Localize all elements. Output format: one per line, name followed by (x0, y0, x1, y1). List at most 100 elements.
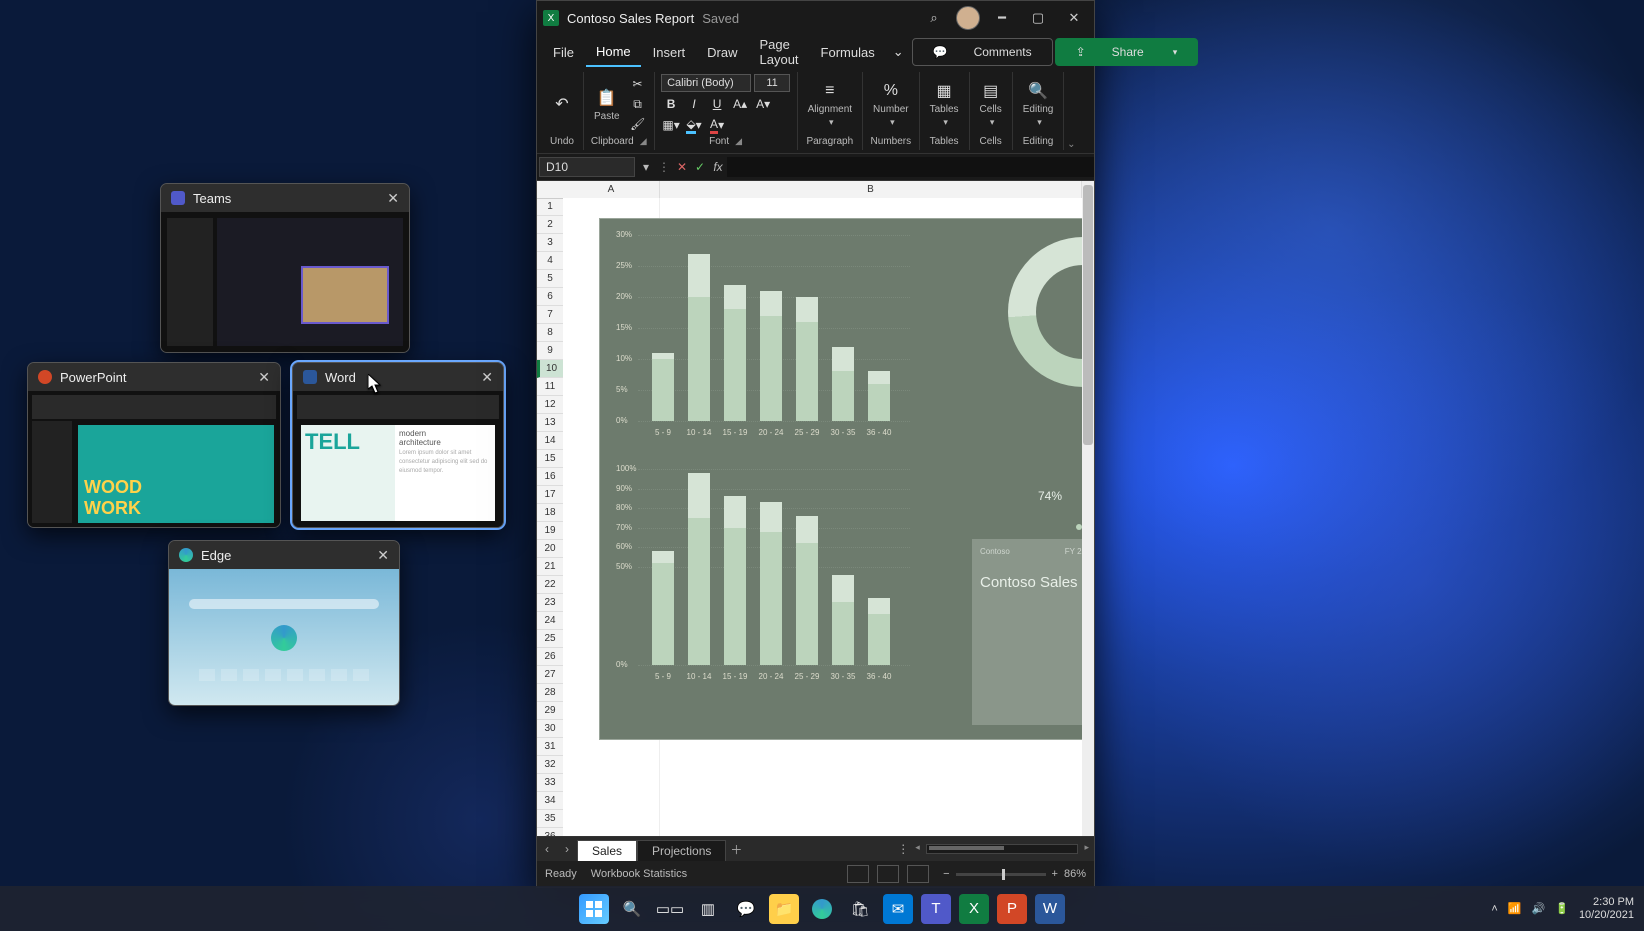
ribbon-collapse[interactable]: ⌄ (1064, 72, 1078, 150)
underline-button[interactable]: U (707, 95, 727, 113)
taskview-thumb-teams[interactable]: Teams ✕ (160, 183, 410, 353)
view-page-layout[interactable] (877, 865, 899, 883)
minimize-button[interactable]: ━ (988, 4, 1016, 32)
font-name-select[interactable]: Calibri (Body) (661, 74, 751, 92)
sheet-nav-next[interactable]: › (557, 842, 577, 856)
number-button[interactable]: %Number▾ (869, 78, 913, 130)
row-header[interactable]: 12 (537, 396, 563, 414)
taskbar-excel[interactable]: X (959, 894, 989, 924)
shrink-font-button[interactable]: A▾ (753, 95, 773, 113)
title-bar[interactable]: X Contoso Sales Report Saved ⌕ ━ ▢ ✕ (537, 1, 1094, 35)
taskview-thumb-powerpoint[interactable]: PowerPoint ✕ WOODWORK (27, 362, 281, 528)
systray-wifi-icon[interactable]: 📶 (1508, 902, 1522, 915)
tab-insert[interactable]: Insert (643, 39, 696, 66)
cut-button[interactable]: ✂ (628, 75, 648, 93)
taskbar-search[interactable]: 🔍 (617, 894, 647, 924)
tab-page-layout[interactable]: Page Layout (750, 31, 809, 73)
row-header[interactable]: 8 (537, 324, 563, 342)
row-header[interactable]: 9 (537, 342, 563, 360)
sheet-tab-sales[interactable]: Sales (577, 840, 637, 861)
taskbar-clock[interactable]: 2:30 PM 10/20/2021 (1579, 896, 1634, 922)
row-header[interactable]: 33 (537, 774, 563, 792)
systray-battery-icon[interactable]: 🔋 (1555, 902, 1569, 915)
taskbar-store[interactable]: 🛍 (845, 894, 875, 924)
row-header[interactable]: 17 (537, 486, 563, 504)
share-button[interactable]: ⇪ Share ▾ (1055, 38, 1199, 66)
row-header[interactable]: 13 (537, 414, 563, 432)
tab-formulas[interactable]: Formulas (811, 39, 885, 66)
row-header[interactable]: 7 (537, 306, 563, 324)
scrollbar-thumb[interactable] (929, 846, 1004, 850)
row-header[interactable]: 34 (537, 792, 563, 810)
font-color-button[interactable]: A▾ (707, 116, 727, 134)
column-headers[interactable]: A B (563, 181, 1082, 199)
zoom-value[interactable]: 86% (1064, 868, 1086, 880)
row-header[interactable]: 31 (537, 738, 563, 756)
row-header[interactable]: 18 (537, 504, 563, 522)
taskview-thumb-word[interactable]: Word ✕ TELL modernarchitectureLorem ipsu… (292, 362, 504, 528)
grow-font-button[interactable]: A▴ (730, 95, 750, 113)
zoom-slider[interactable] (956, 873, 1046, 876)
close-button[interactable]: ✕ (1060, 4, 1088, 32)
close-thumb-button[interactable]: ✕ (387, 190, 399, 207)
taskbar-edge[interactable] (807, 894, 837, 924)
row-header[interactable]: 16 (537, 468, 563, 486)
bold-button[interactable]: B (661, 95, 681, 113)
row-header[interactable]: 27 (537, 666, 563, 684)
row-header[interactable]: 32 (537, 756, 563, 774)
col-header[interactable]: B (660, 181, 1082, 198)
font-size-select[interactable]: 11 (754, 74, 790, 92)
row-header[interactable]: 20 (537, 540, 563, 558)
cell-area[interactable]: 0%5%10%15%20%25%30%5 - 910 - 1415 - 1920… (563, 198, 1082, 836)
format-painter-button[interactable]: 🖌 (628, 115, 648, 133)
taskbar-widgets[interactable]: ▥ (693, 894, 723, 924)
dialog-launcher[interactable]: ◢ (640, 136, 647, 147)
taskview-thumb-edge[interactable]: Edge ✕ (168, 540, 400, 706)
paste-button[interactable]: 📋Paste (590, 85, 624, 124)
close-thumb-button[interactable]: ✕ (481, 369, 493, 386)
view-normal[interactable] (847, 865, 869, 883)
row-header[interactable]: 25 (537, 630, 563, 648)
taskbar-word[interactable]: W (1035, 894, 1065, 924)
comments-button[interactable]: 💬 Comments (912, 38, 1053, 66)
row-header[interactable]: 29 (537, 702, 563, 720)
copy-button[interactable]: ⧉ (628, 95, 648, 113)
zoom-out[interactable]: − (943, 868, 949, 880)
name-box[interactable]: D10 (539, 157, 635, 177)
tab-file[interactable]: File (543, 39, 584, 66)
systray-overflow[interactable]: ˄ (1491, 903, 1497, 915)
search-button[interactable]: ⌕ (920, 4, 948, 32)
tables-button[interactable]: ▦Tables▾ (926, 78, 963, 130)
start-button[interactable] (579, 894, 609, 924)
row-header[interactable]: 15 (537, 450, 563, 468)
row-headers[interactable]: 1234567891011121314151617181920212223242… (537, 181, 564, 836)
zoom-control[interactable]: − + 86% (943, 868, 1086, 880)
row-header[interactable]: 3 (537, 234, 563, 252)
close-thumb-button[interactable]: ✕ (258, 369, 270, 386)
row-header[interactable]: 5 (537, 270, 563, 288)
zoom-in[interactable]: + (1052, 868, 1058, 880)
taskbar-teams[interactable]: T (921, 894, 951, 924)
row-header[interactable]: 11 (537, 378, 563, 396)
sheet-tab-projections[interactable]: Projections (637, 840, 726, 861)
row-header[interactable]: 23 (537, 594, 563, 612)
dialog-launcher[interactable]: ◢ (735, 136, 742, 147)
sheet-nav-prev[interactable]: ‹ (537, 842, 557, 856)
row-header[interactable]: 35 (537, 810, 563, 828)
editing-button[interactable]: 🔍Editing▾ (1019, 78, 1058, 130)
select-all-corner[interactable] (537, 181, 564, 199)
row-header[interactable]: 36 (537, 828, 563, 836)
fill-color-button[interactable]: ⬙▾ (684, 116, 704, 134)
scrollbar-thumb[interactable] (1083, 185, 1093, 445)
vertical-scrollbar[interactable] (1082, 181, 1094, 836)
taskbar-outlook[interactable]: ✉ (883, 894, 913, 924)
row-header[interactable]: 26 (537, 648, 563, 666)
cancel-formula-button[interactable]: ✕ (673, 160, 691, 174)
confirm-formula-button[interactable]: ✓ (691, 160, 709, 174)
close-thumb-button[interactable]: ✕ (377, 547, 389, 564)
add-sheet-button[interactable]: ＋ (726, 841, 746, 858)
tab-home[interactable]: Home (586, 38, 641, 67)
undo-button[interactable]: ↶ (547, 91, 577, 117)
namebox-dropdown[interactable]: ▾ (637, 160, 655, 174)
user-avatar[interactable] (956, 6, 980, 30)
